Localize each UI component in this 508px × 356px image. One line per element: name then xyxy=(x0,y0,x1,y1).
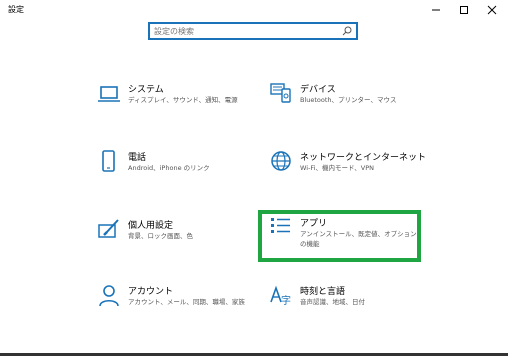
tile-name: ネットワークとインターネット xyxy=(300,153,427,163)
tile-description: Wi-Fi、機内モード、VPN xyxy=(300,164,374,172)
tile-description: 背景、ロック画面、色 xyxy=(128,232,193,240)
minimize-button[interactable] xyxy=(424,2,448,18)
personalization-icon xyxy=(98,219,119,238)
tile-name: デバイス xyxy=(300,85,336,95)
tile-description: Android、iPhone のリンク xyxy=(128,164,210,172)
window-title: 設定 xyxy=(8,5,24,14)
close-icon xyxy=(487,5,497,15)
tile-devices[interactable]: デバイス Bluetooth、プリンター、マウス xyxy=(270,82,430,130)
tile-network[interactable]: ネットワークとインターネット Wi-Fi、機内モード、VPN xyxy=(270,150,430,198)
search-icon xyxy=(342,26,352,36)
tile-name: 時刻と言語 xyxy=(300,287,346,297)
minimize-icon xyxy=(432,9,440,11)
devices-icon xyxy=(270,83,291,103)
close-button[interactable] xyxy=(480,2,504,18)
tile-system[interactable]: システム ディスプレイ、サウンド、通知、電源 xyxy=(98,82,258,130)
tile-phone[interactable]: 電話 Android、iPhone のリンク xyxy=(98,150,258,198)
tile-accounts[interactable]: アカウント アカウント、メール、同期、職場、家族 xyxy=(98,284,258,332)
tile-name: 個人用設定 xyxy=(128,221,174,231)
maximize-icon xyxy=(460,6,468,14)
apps-highlight-box xyxy=(258,210,421,262)
tile-description: Bluetooth、プリンター、マウス xyxy=(300,96,397,104)
tile-time-language[interactable]: 字 時刻と言語 音声認識、地域、日付 xyxy=(270,284,430,332)
time-language-icon: 字 xyxy=(270,285,291,307)
svg-text:字: 字 xyxy=(281,294,291,307)
title-bar: 設定 xyxy=(0,0,508,20)
search-input[interactable] xyxy=(154,25,334,37)
maximize-button[interactable] xyxy=(452,2,476,18)
search-box[interactable] xyxy=(148,22,358,40)
laptop-icon xyxy=(98,86,120,102)
tile-description: アカウント、メール、同期、職場、家族 xyxy=(128,298,245,306)
tile-name: アカウント xyxy=(128,287,174,297)
tile-description: 音声認識、地域、日付 xyxy=(300,298,365,306)
globe-icon xyxy=(271,151,291,171)
tile-description: ディスプレイ、サウンド、通知、電源 xyxy=(128,96,238,104)
tile-name: システム xyxy=(128,85,164,95)
tile-personalization[interactable]: 個人用設定 背景、ロック画面、色 xyxy=(98,218,258,266)
person-icon xyxy=(99,285,119,307)
phone-icon xyxy=(102,150,115,172)
tile-name: 電話 xyxy=(128,153,147,163)
